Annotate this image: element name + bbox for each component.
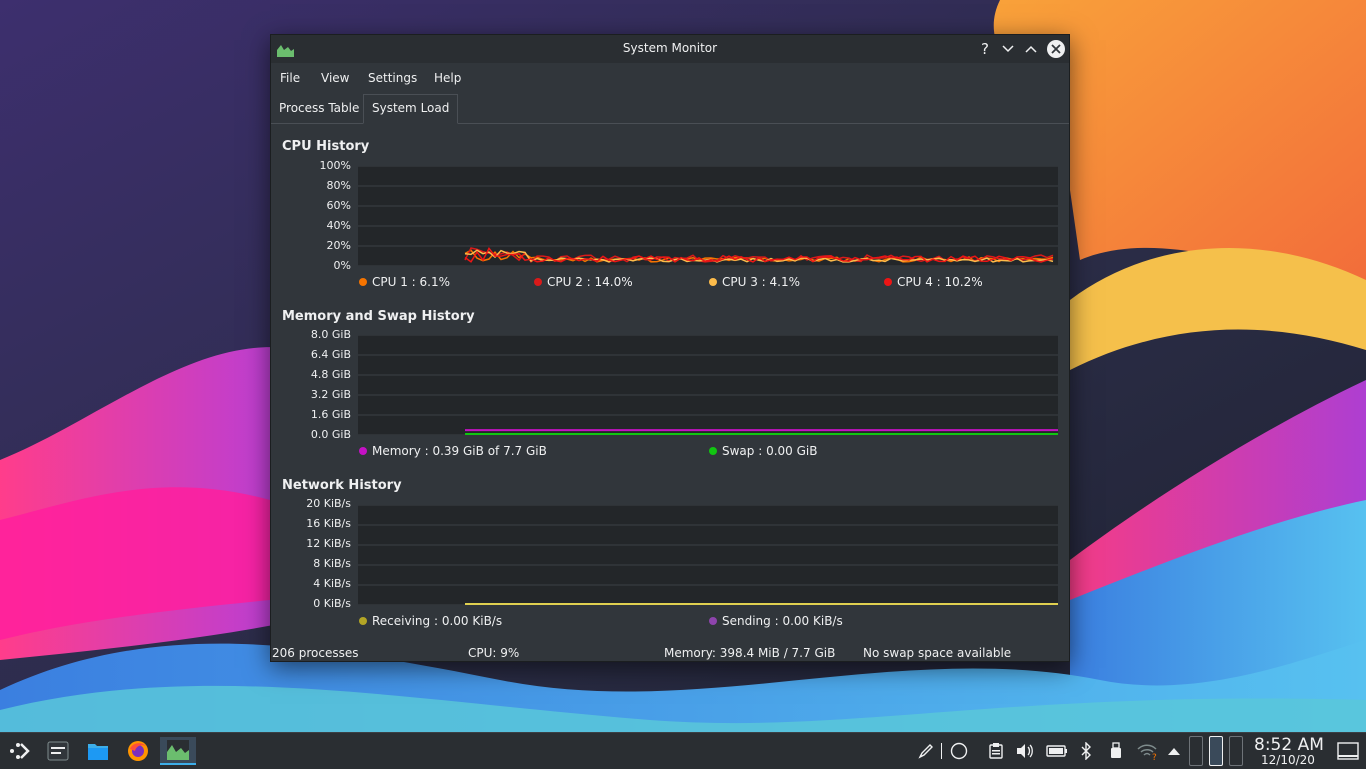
memory-history-title: Memory and Swap History (282, 309, 475, 324)
cpu-ytick: 100% (319, 159, 351, 172)
usb-device-icon[interactable] (1106, 741, 1126, 761)
status-cpu: CPU: 9% (468, 646, 520, 660)
network-ytick: 4 KiB/s (313, 577, 351, 590)
clock-time[interactable]: 8:52 AM (1254, 735, 1324, 755)
tab-system-load[interactable]: System Load (363, 94, 459, 124)
cpu3-color-dot (709, 278, 717, 286)
virtual-desktop-1[interactable] (1189, 736, 1203, 766)
cpu1-label: CPU 1 : 6.1% (372, 275, 451, 289)
swap-label: Swap : 0.00 GiB (722, 444, 818, 458)
network-history-plot (358, 505, 1058, 605)
legend-receiving: Receiving : 0.00 KiB/s (359, 614, 502, 628)
network-ytick: 0 KiB/s (313, 597, 351, 610)
memory-ytick: 0.0 GiB (310, 428, 351, 441)
menu-view[interactable]: View (321, 71, 349, 85)
status-bar: 206 processes CPU: 9% Memory: 398.4 MiB … (271, 639, 1069, 661)
network-ytick: 8 KiB/s (313, 557, 351, 570)
cpu1-color-dot (359, 278, 367, 286)
system-monitor-icon[interactable] (160, 737, 196, 765)
legend-cpu1: CPU 1 : 6.1% (359, 275, 450, 289)
svg-text:?: ? (1152, 753, 1157, 760)
memory-label: Memory : 0.39 GiB of 7.7 GiB (372, 444, 547, 458)
legend-swap: Swap : 0.00 GiB (709, 444, 817, 458)
taskbar: ? 8:52 AM 12/10/20 (0, 732, 1366, 769)
close-icon[interactable] (1047, 40, 1065, 58)
minimize-icon[interactable] (998, 39, 1018, 59)
memory-ytick: 4.8 GiB (310, 368, 351, 381)
network-history-title: Network History (282, 478, 402, 493)
memory-ytick: 3.2 GiB (310, 388, 351, 401)
receiving-label: Receiving : 0.00 KiB/s (372, 614, 503, 628)
menu-settings[interactable]: Settings (368, 71, 417, 85)
system-monitor-window: System Monitor ? File View Settings Help… (270, 34, 1070, 662)
circle-icon[interactable] (949, 741, 969, 761)
cpu-ytick: 20% (326, 239, 351, 252)
task-manager-icon[interactable] (43, 737, 73, 765)
virtual-desktop-2[interactable] (1209, 736, 1223, 766)
swap-color-dot (709, 447, 717, 455)
sending-label: Sending : 0.00 KiB/s (722, 614, 843, 628)
menu-help[interactable]: Help (434, 71, 461, 85)
legend-sending: Sending : 0.00 KiB/s (709, 614, 843, 628)
firefox-icon[interactable] (123, 737, 153, 765)
separator (940, 741, 944, 761)
application-launcher-icon[interactable] (4, 737, 34, 765)
help-icon[interactable]: ? (975, 39, 995, 59)
legend-memory: Memory : 0.39 GiB of 7.7 GiB (359, 444, 547, 458)
maximize-icon[interactable] (1021, 39, 1041, 59)
window-title: System Monitor (622, 41, 718, 55)
cpu4-color-dot (884, 278, 892, 286)
memory-history-plot (358, 335, 1058, 435)
tab-process-table[interactable]: Process Table (271, 95, 367, 122)
show-desktop-icon[interactable] (1336, 741, 1360, 761)
cpu-ytick: 80% (326, 179, 351, 192)
legend-cpu2: CPU 2 : 14.0% (534, 275, 633, 289)
expand-tray-icon[interactable] (1164, 741, 1184, 761)
legend-cpu4: CPU 4 : 10.2% (884, 275, 983, 289)
receiving-color-dot (359, 617, 367, 625)
title-bar[interactable]: System Monitor ? (271, 35, 1069, 63)
bluetooth-icon[interactable] (1076, 741, 1096, 761)
status-swap: No swap space available (863, 646, 1012, 660)
cpu3-label: CPU 3 : 4.1% (722, 275, 801, 289)
cpu2-color-dot (534, 278, 542, 286)
tab-bar: Process Table System Load (271, 93, 1069, 124)
memory-color-dot (359, 447, 367, 455)
virtual-desktop-3[interactable] (1229, 736, 1243, 766)
memory-ytick: 1.6 GiB (310, 408, 351, 421)
battery-icon[interactable] (1045, 741, 1069, 761)
menu-file[interactable]: File (280, 71, 300, 85)
sending-color-dot (709, 617, 717, 625)
status-memory: Memory: 398.4 MiB / 7.7 GiB (664, 646, 836, 660)
cpu2-label: CPU 2 : 14.0% (547, 275, 633, 289)
volume-icon[interactable] (1015, 741, 1035, 761)
cpu-ytick: 40% (326, 219, 351, 232)
menu-bar: File View Settings Help (271, 63, 1069, 93)
cpu-history-title: CPU History (282, 139, 370, 154)
wifi-icon[interactable]: ? (1135, 741, 1159, 761)
cpu4-label: CPU 4 : 10.2% (897, 275, 983, 289)
cpu-ytick: 60% (326, 199, 351, 212)
memory-ytick: 8.0 GiB (310, 328, 351, 341)
clipboard-icon[interactable] (986, 741, 1006, 761)
network-ytick: 16 KiB/s (306, 517, 351, 530)
clock-date[interactable]: 12/10/20 (1261, 753, 1315, 767)
dolphin-file-manager-icon[interactable] (83, 737, 113, 765)
network-ytick: 12 KiB/s (306, 537, 351, 550)
legend-cpu3: CPU 3 : 4.1% (709, 275, 800, 289)
memory-ytick: 6.4 GiB (310, 348, 351, 361)
network-ytick: 20 KiB/s (306, 497, 351, 510)
cpu-ytick: 0% (333, 259, 351, 272)
cpu-history-plot (358, 166, 1058, 266)
status-processes: 206 processes (272, 646, 359, 660)
pen-icon[interactable] (916, 741, 936, 761)
